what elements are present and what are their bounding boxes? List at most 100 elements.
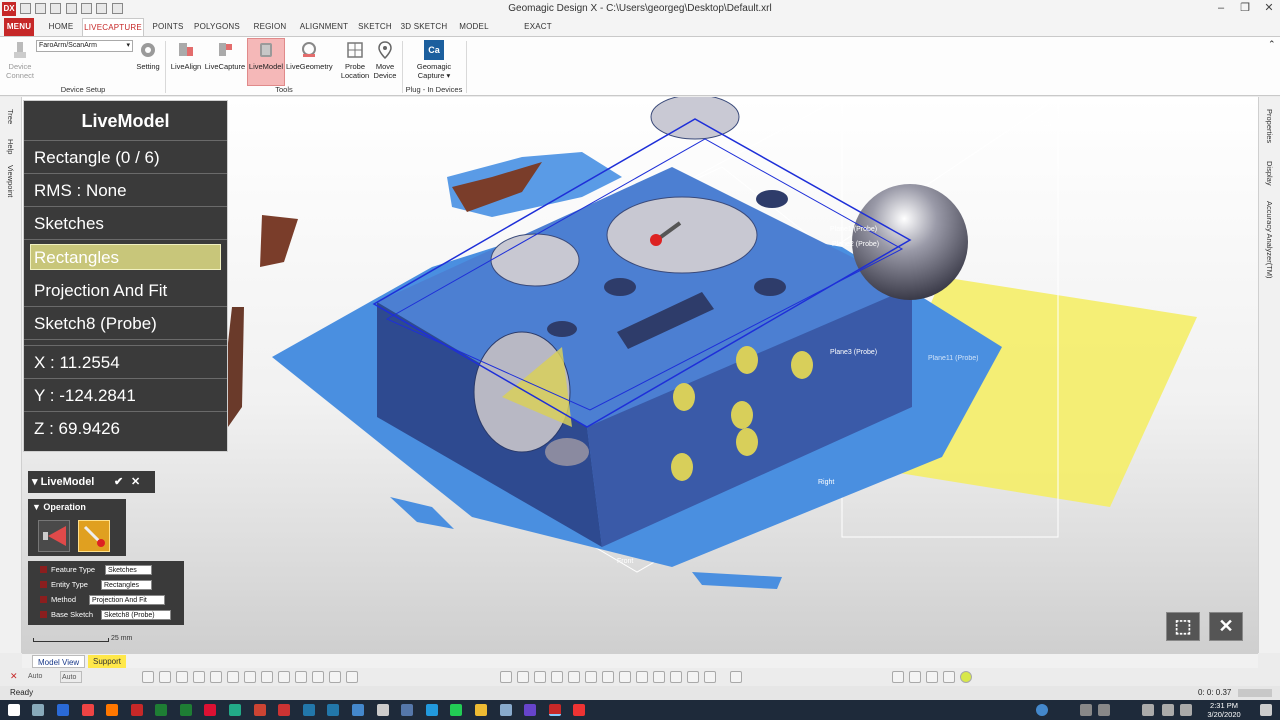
accuracy-analyzer-tab[interactable]: Accuracy Analyzer(TM) [1265,201,1274,279]
select-tool-icon[interactable] [176,671,188,683]
viewpoint-tab[interactable]: Viewpoint [6,165,15,197]
app-icon[interactable] [573,704,585,716]
app-icon[interactable] [229,704,241,716]
selection-mode-icon[interactable]: ✕ [10,671,18,682]
display-tool-icon[interactable] [943,671,955,683]
app-icon[interactable] [303,704,315,716]
display-tool-icon[interactable] [909,671,921,683]
select-tool-icon[interactable] [210,671,222,683]
windows-start-icon[interactable] [8,704,20,716]
cloud-tray-icon[interactable] [1142,704,1154,716]
device-select[interactable]: FaroArm/ScanArm [36,40,133,52]
auto-select-2[interactable]: Auto [60,671,82,683]
feature-type-option[interactable]: Sketches [24,207,227,240]
select-tool-icon[interactable] [295,671,307,683]
finish-button[interactable]: ⬚ [1166,612,1200,641]
livealign-button[interactable]: LiveAlign [169,39,203,85]
select-tool-icon[interactable] [278,671,290,683]
app-icon[interactable] [377,704,389,716]
whatsapp-icon[interactable] [450,704,462,716]
app-icon[interactable] [204,704,216,716]
task-view-icon[interactable] [32,704,44,716]
tab-points[interactable]: POINTS [150,18,186,36]
view-tool-icon[interactable] [534,671,546,683]
help-tray-icon[interactable] [1036,704,1048,716]
tab-alignment[interactable]: ALIGNMENT [298,18,350,36]
tab-livecapture[interactable]: LIVECAPTURE [82,18,144,36]
livegeometry-button[interactable]: LiveGeometry [286,39,333,85]
view-tool-icon[interactable] [670,671,682,683]
device-connect-button[interactable]: Device Connect [4,39,36,85]
operation-section-label[interactable]: ▼ Operation [28,499,126,512]
ok-button[interactable]: ✔ [114,471,123,493]
close-window-button[interactable]: ✕ [1254,0,1280,18]
file-explorer-icon[interactable] [475,704,487,716]
firefox-icon[interactable] [106,704,118,716]
base-sketch-dropdown[interactable]: Sketch8 (Probe) [101,610,171,620]
menu-button[interactable]: MENU [4,18,34,36]
tab-exact-surfacing[interactable]: EXACT SURFACING [500,18,576,49]
select-tool-icon[interactable] [261,671,273,683]
method-option[interactable]: Projection And Fit [24,274,227,307]
select-tool-icon[interactable] [346,671,358,683]
display-tool-icon[interactable] [892,671,904,683]
display-tab[interactable]: Display [1265,161,1274,186]
chrome-icon[interactable] [82,704,94,716]
probe-location-button[interactable]: Probe Location [338,39,372,85]
view-tool-icon[interactable] [517,671,529,683]
app-icon[interactable] [327,704,339,716]
tab-model[interactable]: MODEL [456,18,492,36]
design-x-active-icon[interactable] [549,704,561,716]
view-tool-icon[interactable] [585,671,597,683]
select-tool-icon[interactable] [312,671,324,683]
view-tool-icon[interactable] [619,671,631,683]
display-tool-icon[interactable] [926,671,938,683]
skype-icon[interactable] [426,704,438,716]
app-icon[interactable] [57,704,69,716]
ribbon-collapse-icon[interactable]: ⌃ [1268,39,1276,50]
tab-model-view[interactable]: Model View [32,655,86,668]
view-tool-icon[interactable] [636,671,648,683]
color-tool-icon[interactable] [960,671,972,683]
select-tool-icon[interactable] [142,671,154,683]
app-icon[interactable] [524,704,536,716]
select-tool-icon[interactable] [159,671,171,683]
tab-polygons[interactable]: POLYGONS [194,18,240,36]
base-sketch-option[interactable]: Sketch8 (Probe) [24,307,227,340]
app-icon[interactable] [500,704,512,716]
help-tab[interactable]: Help [6,139,15,154]
tray-icon[interactable] [1080,704,1092,716]
app-icon[interactable] [254,704,266,716]
entity-type-option-selected[interactable]: Rectangles [30,244,221,270]
select-tool-icon[interactable] [193,671,205,683]
probe-mode-button[interactable] [78,520,110,552]
entity-type-dropdown[interactable]: Rectangles [101,580,152,590]
network-tray-icon[interactable] [1162,704,1174,716]
view-tool-icon[interactable] [687,671,699,683]
cancel-button[interactable]: ✕ [131,471,140,493]
tray-icon[interactable] [1098,704,1110,716]
app-icon[interactable] [352,704,364,716]
view-tool-icon[interactable] [704,671,716,683]
auto-select-1[interactable]: Auto [28,671,48,683]
view-tool-icon[interactable] [653,671,665,683]
app-icon[interactable] [401,704,413,716]
volume-tray-icon[interactable] [1180,704,1192,716]
setting-button[interactable]: Setting [134,39,162,85]
notifications-icon[interactable] [1260,704,1272,716]
tree-tab[interactable]: Tree [6,109,15,124]
app-icon[interactable] [180,704,192,716]
collapse-arrow-icon[interactable]: ▾ [32,476,41,488]
livemodel-button[interactable]: LiveModel [247,38,285,86]
properties-tab[interactable]: Properties [1265,109,1274,143]
tab-support[interactable]: Support [88,655,127,668]
view-tool-icon[interactable] [730,671,742,683]
view-tool-icon[interactable] [500,671,512,683]
move-device-button[interactable]: Move Device [372,39,398,85]
cancel-live-button[interactable]: ✕ [1209,612,1243,641]
tab-home[interactable]: HOME [44,18,78,36]
select-tool-icon[interactable] [227,671,239,683]
geomagic-capture-button[interactable]: Ca Geomagic Capture ▾ [412,39,456,85]
view-tool-icon[interactable] [568,671,580,683]
view-tool-icon[interactable] [602,671,614,683]
